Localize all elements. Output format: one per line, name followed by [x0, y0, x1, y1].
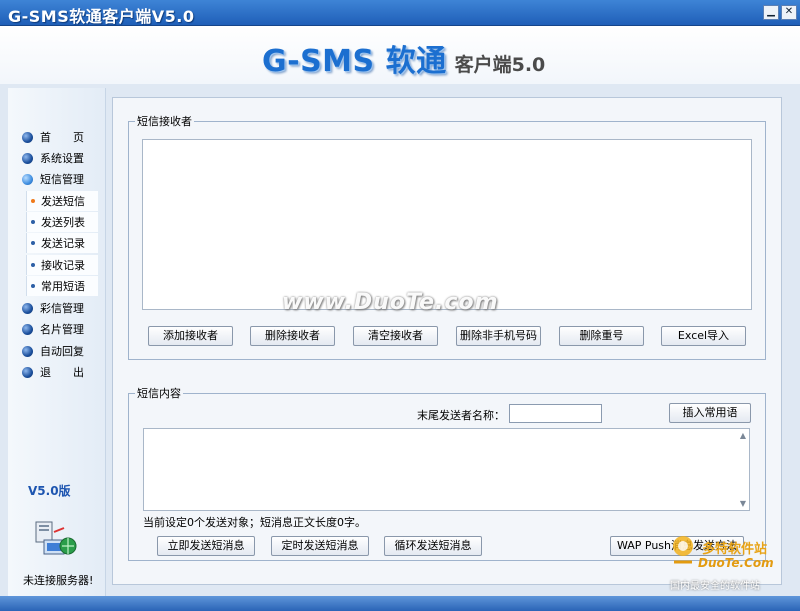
sidebar-item-label: 自动回复: [40, 345, 84, 358]
sidebar-item-exit[interactable]: 退 出: [22, 363, 84, 381]
logo-brand: G-SMS 软通: [262, 44, 447, 79]
bullet-icon: [22, 302, 33, 314]
sidebar-item-label: 名片管理: [40, 323, 84, 336]
send-loop-button[interactable]: 循环发送短消息: [384, 536, 482, 556]
delete-non-mobile-button[interactable]: 删除非手机号码: [456, 326, 541, 346]
bullet-icon: [22, 366, 33, 378]
sidebar-item-auto-reply[interactable]: 自动回复: [22, 342, 84, 360]
dot-icon: [31, 220, 35, 224]
version-label: V5.0版: [28, 484, 71, 498]
dot-icon: [31, 199, 35, 203]
bullet-open-icon: [22, 173, 33, 185]
insert-phrase-button[interactable]: 插入常用语: [669, 403, 751, 423]
sidebar-item-label: 退 出: [40, 366, 84, 379]
dot-icon: [31, 241, 35, 245]
excel-import-button[interactable]: Excel导入: [661, 326, 746, 346]
connection-status: 未连接服务器!: [23, 574, 94, 587]
app-logo: G-SMS 软通 客户端5.0: [262, 36, 545, 80]
minimize-icon: ▁: [767, 6, 775, 17]
sidebar-item-mms[interactable]: 彩信管理: [22, 299, 84, 317]
close-button[interactable]: ✕: [781, 5, 797, 20]
sidebar-item-label: 彩信管理: [40, 302, 84, 315]
delete-recipient-button[interactable]: 删除接收者: [250, 326, 335, 346]
dot-icon: [31, 284, 35, 288]
recipients-legend: 短信接收者: [137, 115, 192, 128]
watermark-domain: DuoTe.Com: [698, 556, 774, 570]
watermark-brand: 多特软件站: [702, 542, 768, 557]
corner-watermark: 多特软件站 DuoTe.Com 国内最安全的软件站: [662, 532, 800, 592]
scroll-down-icon[interactable]: ▼: [737, 498, 749, 509]
title-bar: G-SMS软通客户端V5.0 ▁ ✕: [0, 0, 800, 26]
bottom-bar: [0, 596, 800, 611]
sidebar-item-label: 首 页: [40, 131, 84, 144]
sidebar-subitem-label: 发送短信: [41, 195, 85, 208]
send-summary: 当前设定0个发送对象；短消息正文长度0字。: [143, 516, 366, 529]
sidebar-item-cards[interactable]: 名片管理: [22, 320, 84, 338]
sidebar-subitem-receive-log[interactable]: 接收记录: [26, 255, 98, 275]
watermark-logo-icon: [673, 536, 693, 564]
sidebar-subitem-label: 发送列表: [41, 216, 85, 229]
close-icon: ✕: [784, 6, 794, 17]
send-scheduled-button[interactable]: 定时发送短消息: [271, 536, 369, 556]
sidebar-subitem-phrases[interactable]: 常用短语: [26, 276, 98, 296]
logo-subtitle: 客户端5.0: [454, 54, 546, 76]
sidebar-subitem-label: 接收记录: [41, 259, 85, 272]
server-icon: [35, 521, 77, 555]
sidebar-item-label: 短信管理: [40, 173, 84, 186]
sidebar-subitem-send-log[interactable]: 发送记录: [26, 233, 98, 253]
bullet-icon: [22, 323, 33, 335]
sender-name-label: 末尾发送者名称：: [417, 409, 505, 422]
message-legend: 短信内容: [137, 387, 181, 400]
sidebar-subitem-label: 常用短语: [41, 280, 85, 293]
watermark-text: www.DuoTe.com: [282, 290, 499, 315]
add-recipient-button[interactable]: 添加接收者: [148, 326, 233, 346]
sidebar-subitem-send-sms[interactable]: 发送短信: [26, 191, 98, 211]
bullet-icon: [22, 345, 33, 357]
scroll-up-icon[interactable]: ▲: [737, 430, 749, 441]
clear-recipients-button[interactable]: 清空接收者: [353, 326, 438, 346]
message-body-textarea[interactable]: [143, 428, 750, 511]
minimize-button[interactable]: ▁: [763, 5, 779, 20]
dot-icon: [31, 263, 35, 267]
sender-name-input[interactable]: [509, 404, 602, 423]
delete-duplicates-button[interactable]: 删除重号: [559, 326, 644, 346]
sidebar-item-label: 系统设置: [40, 152, 84, 165]
send-now-button[interactable]: 立即发送短消息: [157, 536, 255, 556]
bullet-icon: [22, 131, 33, 143]
sidebar-item-sms[interactable]: 短信管理: [22, 170, 84, 188]
watermark-slogan: 国内最安全的软件站: [670, 581, 760, 592]
bullet-icon: [22, 152, 33, 164]
sidebar-subitem-send-list[interactable]: 发送列表: [26, 212, 98, 232]
window-title: G-SMS软通客户端V5.0: [8, 7, 195, 26]
sidebar-item-settings[interactable]: 系统设置: [22, 149, 84, 167]
recipients-list[interactable]: [142, 139, 752, 310]
sidebar-item-home[interactable]: 首 页: [22, 128, 84, 146]
sidebar-subitem-label: 发送记录: [41, 237, 85, 250]
